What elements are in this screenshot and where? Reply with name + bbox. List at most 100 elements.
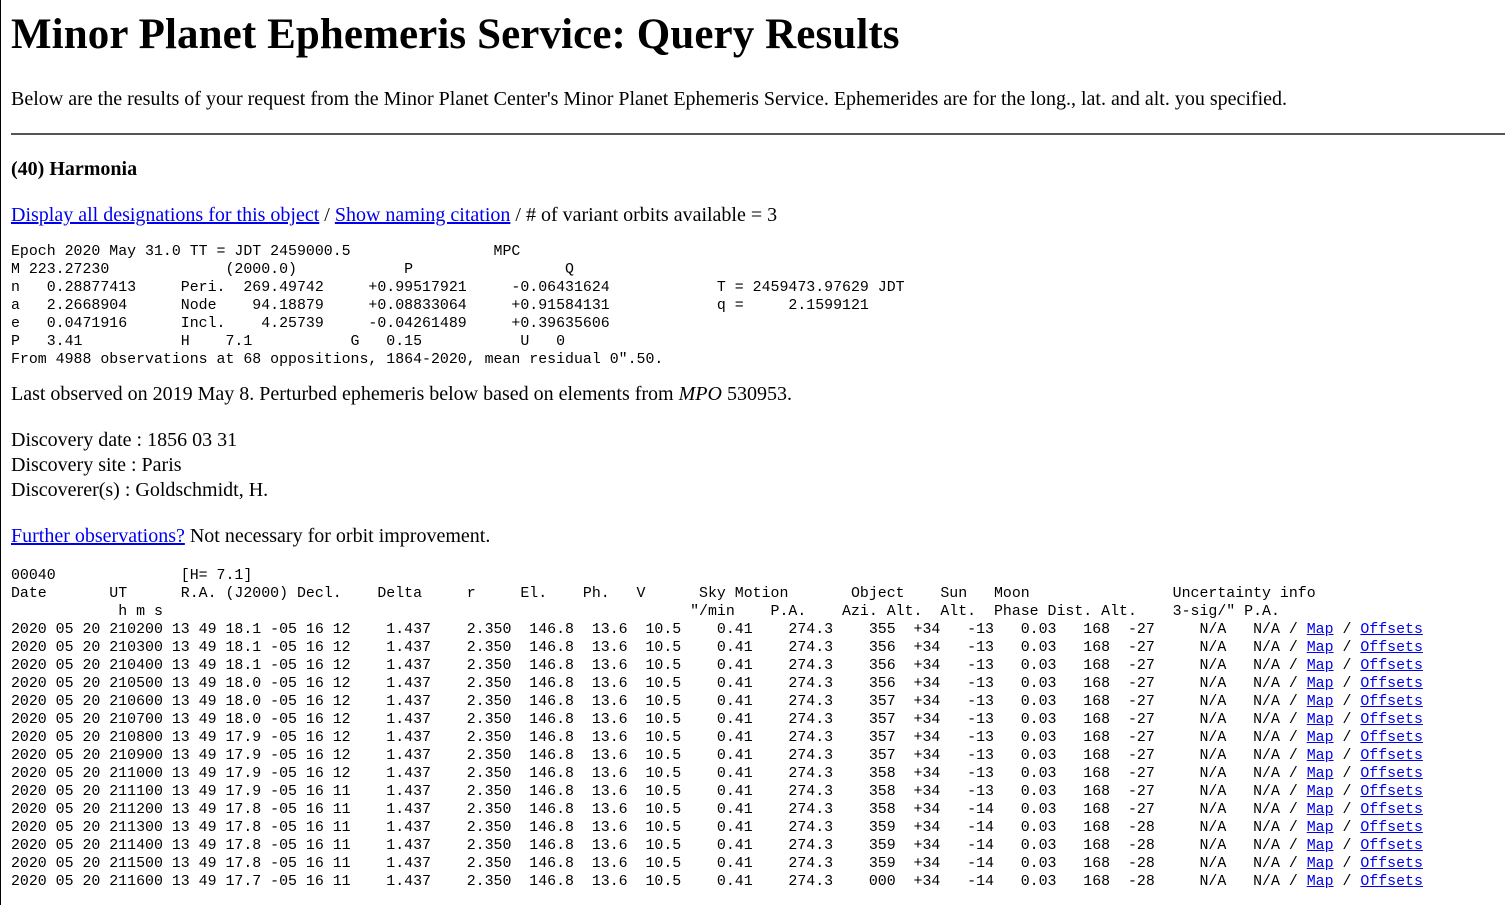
- ephemeris-row: 2020 05 20 210900 13 49 17.9 -05 16 12 1…: [11, 748, 1423, 764]
- map-link[interactable]: Map: [1307, 766, 1334, 782]
- offsets-link[interactable]: Offsets: [1360, 802, 1423, 818]
- offsets-link[interactable]: Offsets: [1360, 730, 1423, 746]
- link-separator: /: [1333, 838, 1361, 854]
- divider: [11, 133, 1505, 135]
- discovery-date: Discovery date : 1856 03 31: [11, 429, 238, 451]
- last-observed-text: Last observed on 2019 May 8. Perturbed e…: [11, 382, 1505, 406]
- link-separator: /: [1333, 694, 1361, 710]
- further-observations: Further observations? Not necessary for …: [11, 524, 1505, 548]
- map-link[interactable]: Map: [1307, 694, 1334, 710]
- map-link[interactable]: Map: [1307, 640, 1334, 656]
- offsets-link[interactable]: Offsets: [1360, 694, 1423, 710]
- link-separator: /: [319, 204, 335, 226]
- ephemeris-table: 00040 [H= 7.1] Date UT R.A. (J2000) Decl…: [11, 567, 1505, 891]
- ephemeris-row-values: 2020 05 20 210700 13 49 18.0 -05 16 12 1…: [11, 712, 1307, 728]
- ephemeris-row: 2020 05 20 210600 13 49 18.0 -05 16 12 1…: [11, 694, 1423, 710]
- offsets-link[interactable]: Offsets: [1360, 766, 1423, 782]
- ephemeris-header-line: h m s "/min P.A. Azi. Alt. Alt. Phase Di…: [11, 604, 1280, 620]
- discovery-info: Discovery date : 1856 03 31 Discovery sit…: [11, 428, 1505, 503]
- map-link[interactable]: Map: [1307, 712, 1334, 728]
- ephemeris-row: 2020 05 20 210500 13 49 18.0 -05 16 12 1…: [11, 676, 1423, 692]
- ephemeris-row-values: 2020 05 20 211600 13 49 17.7 -05 16 11 1…: [11, 874, 1307, 890]
- discoverer: Discoverer(s) : Goldschmidt, H.: [11, 479, 269, 501]
- ephemeris-row: 2020 05 20 211200 13 49 17.8 -05 16 11 1…: [11, 802, 1423, 818]
- map-link[interactable]: Map: [1307, 658, 1334, 674]
- link-separator: /: [1333, 676, 1361, 692]
- map-link[interactable]: Map: [1307, 856, 1334, 872]
- page-title: Minor Planet Ephemeris Service: Query Re…: [11, 11, 900, 58]
- naming-citation-link[interactable]: Show naming citation: [335, 204, 511, 226]
- offsets-link[interactable]: Offsets: [1360, 712, 1423, 728]
- offsets-link[interactable]: Offsets: [1360, 622, 1423, 638]
- ephemeris-row: 2020 05 20 211400 13 49 17.8 -05 16 11 1…: [11, 838, 1423, 854]
- map-link[interactable]: Map: [1307, 784, 1334, 800]
- last-observed-before: Last observed on 2019 May 8. Perturbed e…: [11, 383, 679, 405]
- link-separator: /: [1333, 874, 1361, 890]
- ephemeris-row-values: 2020 05 20 210500 13 49 18.0 -05 16 12 1…: [11, 676, 1307, 692]
- link-separator: /: [1333, 640, 1361, 656]
- map-link[interactable]: Map: [1307, 748, 1334, 764]
- link-separator: /: [1333, 658, 1361, 674]
- offsets-link[interactable]: Offsets: [1360, 676, 1423, 692]
- link-separator: /: [1333, 748, 1361, 764]
- ephemeris-row-values: 2020 05 20 211100 13 49 17.9 -05 16 11 1…: [11, 784, 1307, 800]
- offsets-link[interactable]: Offsets: [1360, 874, 1423, 890]
- ephemeris-row-values: 2020 05 20 210600 13 49 18.0 -05 16 12 1…: [11, 694, 1307, 710]
- link-separator: /: [1333, 784, 1361, 800]
- offsets-link[interactable]: Offsets: [1360, 658, 1423, 674]
- link-separator: /: [1333, 712, 1361, 728]
- last-observed-after: 530953.: [721, 383, 792, 405]
- map-link[interactable]: Map: [1307, 676, 1334, 692]
- offsets-link[interactable]: Offsets: [1360, 838, 1423, 854]
- offsets-link[interactable]: Offsets: [1360, 784, 1423, 800]
- map-link[interactable]: Map: [1307, 838, 1334, 854]
- object-links: Display all designations for this object…: [11, 203, 1505, 227]
- further-observations-text: Not necessary for orbit improvement.: [184, 525, 491, 547]
- ephemeris-row-values: 2020 05 20 210200 13 49 18.1 -05 16 12 1…: [11, 622, 1307, 638]
- page-content: Minor Planet Ephemeris Service: Query Re…: [1, 0, 1505, 891]
- ephemeris-header-line: Date UT R.A. (J2000) Decl. Delta r El. P…: [11, 586, 1316, 602]
- map-link[interactable]: Map: [1307, 820, 1334, 836]
- ephemeris-row-values: 2020 05 20 211200 13 49 17.8 -05 16 11 1…: [11, 802, 1307, 818]
- ephemeris-row: 2020 05 20 210300 13 49 18.1 -05 16 12 1…: [11, 640, 1423, 656]
- offsets-link[interactable]: Offsets: [1360, 820, 1423, 836]
- ephemeris-row-values: 2020 05 20 211400 13 49 17.8 -05 16 11 1…: [11, 838, 1307, 854]
- offsets-link[interactable]: Offsets: [1360, 748, 1423, 764]
- ephemeris-row: 2020 05 20 211100 13 49 17.9 -05 16 11 1…: [11, 784, 1423, 800]
- ephemeris-row: 2020 05 20 211600 13 49 17.7 -05 16 11 1…: [11, 874, 1423, 890]
- ephemeris-row-values: 2020 05 20 210400 13 49 18.1 -05 16 12 1…: [11, 658, 1307, 674]
- orbital-elements-block: Epoch 2020 May 31.0 TT = JDT 2459000.5 M…: [11, 244, 905, 368]
- ephemeris-row: 2020 05 20 210200 13 49 18.1 -05 16 12 1…: [11, 622, 1423, 638]
- further-observations-link[interactable]: Further observations?: [11, 525, 185, 547]
- ephemeris-row-values: 2020 05 20 210900 13 49 17.9 -05 16 12 1…: [11, 748, 1307, 764]
- map-link[interactable]: Map: [1307, 622, 1334, 638]
- map-link[interactable]: Map: [1307, 802, 1334, 818]
- link-separator: /: [1333, 730, 1361, 746]
- ephemeris-row: 2020 05 20 210400 13 49 18.1 -05 16 12 1…: [11, 658, 1423, 674]
- ephemeris-row-values: 2020 05 20 211000 13 49 17.9 -05 16 12 1…: [11, 766, 1307, 782]
- ephemeris-row: 2020 05 20 211500 13 49 17.8 -05 16 11 1…: [11, 856, 1423, 872]
- link-separator: /: [1333, 622, 1361, 638]
- ephemeris-row: 2020 05 20 211000 13 49 17.9 -05 16 12 1…: [11, 766, 1423, 782]
- offsets-link[interactable]: Offsets: [1360, 856, 1423, 872]
- ephemeris-header-line: 00040 [H= 7.1]: [11, 568, 253, 584]
- offsets-link[interactable]: Offsets: [1360, 640, 1423, 656]
- discovery-site: Discovery site : Paris: [11, 454, 182, 476]
- ephemeris-row-values: 2020 05 20 210300 13 49 18.1 -05 16 12 1…: [11, 640, 1307, 656]
- intro-text: Below are the results of your request fr…: [11, 88, 1288, 110]
- link-separator: /: [1333, 802, 1361, 818]
- variant-orbits-text: / # of variant orbits available = 3: [510, 204, 778, 226]
- ephemeris-row-values: 2020 05 20 211300 13 49 17.8 -05 16 11 1…: [11, 820, 1307, 836]
- ephemeris-row-values: 2020 05 20 211500 13 49 17.8 -05 16 11 1…: [11, 856, 1307, 872]
- ephemeris-row: 2020 05 20 210800 13 49 17.9 -05 16 12 1…: [11, 730, 1423, 746]
- link-separator: /: [1333, 820, 1361, 836]
- ephemeris-row: 2020 05 20 210700 13 49 18.0 -05 16 12 1…: [11, 712, 1423, 728]
- ephemeris-row: 2020 05 20 211300 13 49 17.8 -05 16 11 1…: [11, 820, 1423, 836]
- ephemeris-row-values: 2020 05 20 210800 13 49 17.9 -05 16 12 1…: [11, 730, 1307, 746]
- map-link[interactable]: Map: [1307, 730, 1334, 746]
- map-link[interactable]: Map: [1307, 874, 1334, 890]
- last-observed-mpo: MPO: [678, 383, 722, 405]
- link-separator: /: [1333, 766, 1361, 782]
- display-designations-link[interactable]: Display all designations for this object: [11, 204, 319, 226]
- link-separator: /: [1333, 856, 1361, 872]
